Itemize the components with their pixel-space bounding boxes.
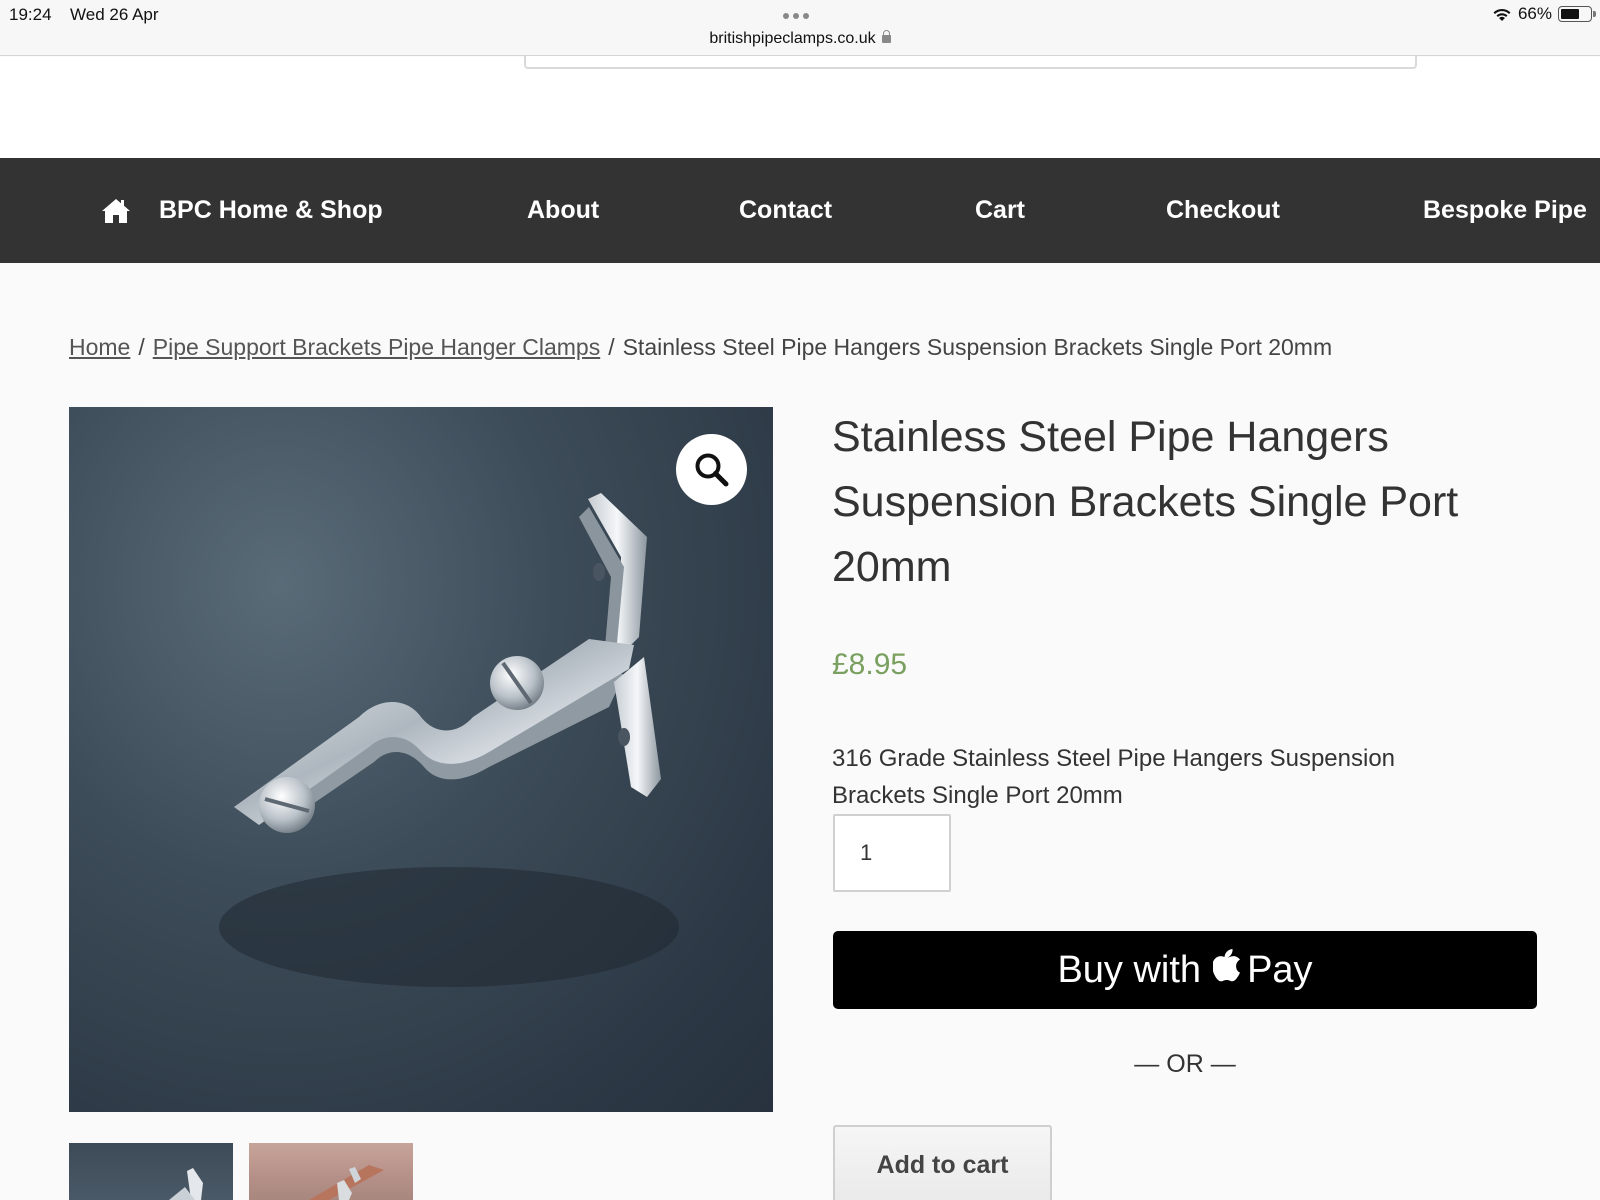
pay-label: Pay: [1247, 948, 1313, 991]
apple-logo-icon: [1212, 948, 1241, 992]
nav-item-home-shop[interactable]: BPC Home & Shop: [101, 158, 383, 263]
header-area: [0, 57, 1600, 158]
buy-with-label: Buy with: [1057, 948, 1202, 991]
product-price: £8.95: [832, 648, 908, 681]
status-date: Wed 26 Apr: [70, 5, 159, 24]
magnifier-icon: [695, 453, 728, 486]
product-thumbnail[interactable]: [249, 1143, 413, 1200]
product-image[interactable]: [69, 407, 773, 1112]
wifi-icon: [1492, 7, 1512, 22]
breadcrumb: Home / Pipe Support Brackets Pipe Hanger C…: [69, 334, 1332, 361]
nav-label: Checkout: [1166, 196, 1280, 224]
breadcrumb-separator: /: [138, 334, 145, 360]
status-bar: 19:24 Wed 26 Apr britishpipeclamps.co.uk…: [0, 0, 1600, 56]
thumbnail-photo: [309, 1165, 384, 1200]
nav-item-about[interactable]: About: [527, 158, 599, 263]
zoom-button[interactable]: [676, 434, 747, 505]
quantity-input[interactable]: 1: [833, 814, 951, 892]
bracket-photo: [219, 493, 679, 987]
battery-percent: 66%: [1517, 4, 1552, 23]
address-bar[interactable]: britishpipeclamps.co.uk: [0, 30, 1600, 48]
thumbnail-photo: [169, 1168, 203, 1200]
add-to-cart-button[interactable]: Add to cart: [833, 1125, 1052, 1200]
search-bar-edge[interactable]: [524, 56, 1417, 69]
home-icon: [101, 198, 131, 224]
battery-fill: [1561, 9, 1580, 19]
breadcrumb-separator: /: [608, 334, 615, 360]
nav-label: BPC Home & Shop: [159, 196, 383, 224]
nav-item-bespoke-pipe[interactable]: Bespoke Pipe: [1423, 158, 1587, 263]
more-dots-icon[interactable]: [783, 13, 809, 19]
nav-item-contact[interactable]: Contact: [739, 158, 832, 263]
nav-item-cart[interactable]: Cart: [975, 158, 1025, 263]
product-description: 316 Grade Stainless Steel Pipe Hangers S…: [832, 745, 1396, 809]
breadcrumb-category-link[interactable]: Pipe Support Brackets Pipe Hanger Clamps: [153, 334, 600, 360]
breadcrumb-current: Stainless Steel Pipe Hangers Suspension …: [622, 334, 1333, 360]
quantity-value: 1: [860, 840, 873, 865]
status-time: 19:24: [9, 5, 52, 24]
status-right: 66%: [1492, 4, 1596, 24]
nav-item-checkout[interactable]: Checkout: [1166, 158, 1280, 263]
nav-label: Contact: [739, 196, 833, 224]
product-title: Stainless Steel Pipe Hangers Suspension …: [832, 413, 1459, 591]
nav-label: About: [527, 196, 600, 224]
main-navigation: BPC Home & Shop About Contact Cart Check…: [0, 158, 1600, 263]
nav-label: Bespoke Pipe: [1423, 196, 1587, 224]
or-divider: — OR —: [1134, 1050, 1236, 1078]
url-text: britishpipeclamps.co.uk: [709, 30, 876, 47]
nav-label: Cart: [975, 196, 1026, 224]
lock-icon: [881, 30, 891, 43]
breadcrumb-home-link[interactable]: Home: [69, 334, 130, 360]
battery-icon: [1558, 6, 1596, 22]
product-thumbnail[interactable]: [69, 1143, 233, 1200]
apple-pay-button[interactable]: Buy with Pay: [833, 931, 1537, 1009]
